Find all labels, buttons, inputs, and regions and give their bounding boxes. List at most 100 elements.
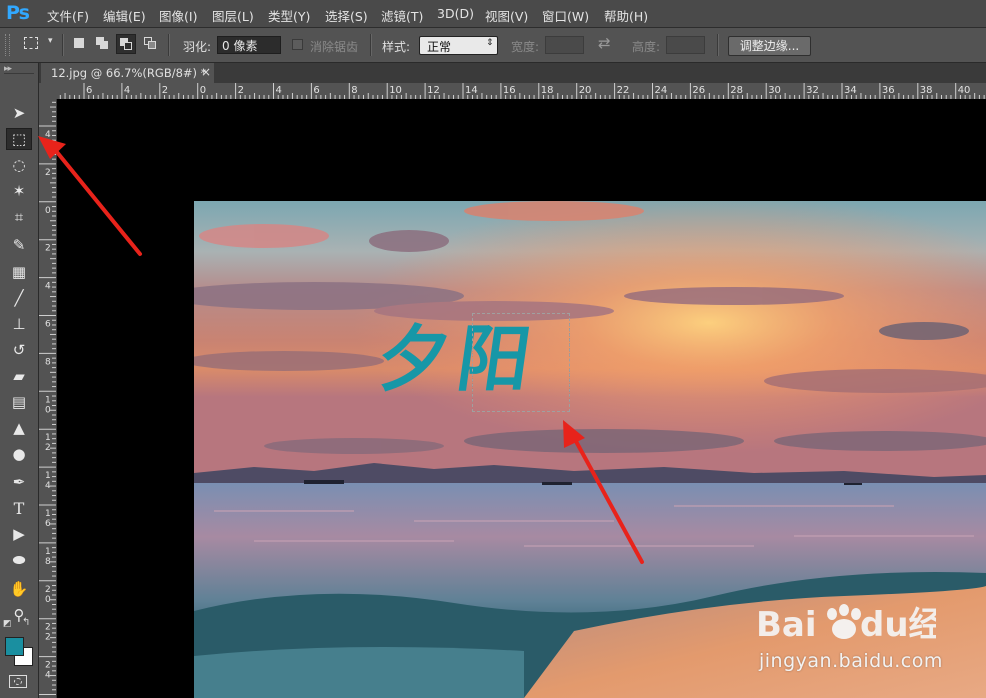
swap-icon[interactable]: ⇄	[598, 34, 611, 52]
vertical-ruler[interactable]: 42024681012141618202224	[39, 99, 57, 698]
ruler-label: 2	[45, 633, 51, 643]
swap-colors-icon[interactable]: ↰	[22, 617, 30, 628]
ruler-label: 20	[579, 85, 592, 96]
ruler-label: 0	[45, 206, 51, 216]
path-selection-tool-icon[interactable]: ▶	[6, 523, 32, 545]
ruler-label: 6	[45, 320, 51, 330]
paw-icon	[827, 604, 861, 639]
menu-image[interactable]: 图像(I)	[159, 6, 197, 25]
new-selection-icon[interactable]	[74, 38, 84, 48]
menu-help[interactable]: 帮助(H)	[604, 6, 648, 25]
ruler-label: 32	[806, 85, 819, 96]
menu-layer[interactable]: 图层(L)	[212, 6, 254, 25]
ruler-label: 0	[45, 595, 51, 605]
move-tool-icon[interactable]: ➤	[6, 102, 32, 124]
magic-wand-tool-icon[interactable]: ✶	[6, 180, 32, 202]
marquee-selection[interactable]	[472, 313, 570, 412]
menu-window[interactable]: 窗口(W)	[542, 6, 589, 25]
ruler-label: 18	[541, 85, 554, 96]
ruler-label: 0	[45, 405, 51, 415]
brush-tool-icon[interactable]: ╱	[6, 287, 32, 309]
refine-edge-button[interactable]: 调整边缘...	[728, 36, 811, 56]
width-input[interactable]	[545, 36, 584, 54]
ruler-label: 2	[45, 443, 51, 453]
document-tab[interactable]: 12.jpg @ 66.7%(RGB/8#) * ×	[41, 63, 214, 83]
watermark-url: jingyan.baidu.com	[759, 650, 943, 672]
subtract-selection-icon[interactable]	[116, 34, 136, 54]
ruler-label: 2	[45, 168, 51, 178]
intersect-selection-icon[interactable]	[144, 37, 156, 49]
ruler-label: 2	[45, 661, 51, 671]
blur-tool-icon[interactable]: ▲	[6, 417, 32, 439]
ruler-label: 16	[503, 85, 516, 96]
feather-label: 羽化:	[183, 40, 212, 54]
ruler-label: 1	[45, 547, 51, 557]
ruler-label: 4	[45, 481, 51, 491]
ruler-label: 1	[45, 395, 51, 405]
ruler-label: 2	[238, 85, 244, 96]
spot-healing-tool-icon[interactable]: ▦	[6, 261, 32, 283]
baidu-logo: Baidu经验	[756, 604, 936, 645]
menu-edit[interactable]: 编辑(E)	[103, 6, 146, 25]
ruler-label: 2	[162, 85, 168, 96]
ruler-label: 22	[617, 85, 630, 96]
menu-type[interactable]: 类型(Y)	[268, 6, 310, 25]
ruler-label: 4	[45, 671, 51, 681]
height-input[interactable]	[666, 36, 705, 54]
ruler-label: 40	[958, 85, 971, 96]
menu-3d[interactable]: 3D(D)	[437, 6, 474, 21]
gradient-tool-icon[interactable]: ▤	[6, 391, 32, 413]
ruler-label: 34	[844, 85, 857, 96]
ruler-label: 4	[276, 85, 282, 96]
ruler-label: 4	[124, 85, 130, 96]
feather-input[interactable]: 0 像素	[217, 36, 281, 54]
ruler-label: 1	[45, 433, 51, 443]
crop-tool-icon[interactable]: ⌗	[6, 206, 32, 228]
menu-select[interactable]: 选择(S)	[325, 6, 368, 25]
ruler-label: 2	[45, 244, 51, 254]
ruler-label: 1	[45, 471, 51, 481]
type-tool-icon[interactable]: T	[6, 497, 32, 519]
ruler-label: 8	[351, 85, 357, 96]
menu-filter[interactable]: 滤镜(T)	[381, 6, 423, 25]
add-to-selection-icon[interactable]	[96, 37, 108, 49]
quick-mask-icon[interactable]	[9, 675, 27, 688]
ruler-label: 2	[45, 623, 51, 633]
lasso-tool-icon[interactable]: ◌	[6, 154, 32, 176]
ruler-label: 2	[45, 585, 51, 595]
default-colors-icon[interactable]: ◩	[3, 619, 12, 629]
hand-tool-icon[interactable]: ✋	[6, 578, 32, 600]
eraser-tool-icon[interactable]: ▰	[6, 365, 32, 387]
ruler-label: 26	[692, 85, 705, 96]
ruler-label: 6	[313, 85, 319, 96]
divider	[4, 73, 34, 74]
history-brush-tool-icon[interactable]: ↺	[6, 339, 32, 361]
ellipse-tool-icon[interactable]: ⬬	[6, 549, 32, 571]
options-grip[interactable]	[5, 34, 10, 56]
clone-stamp-tool-icon[interactable]: ⊥	[6, 313, 32, 335]
close-icon[interactable]: ×	[201, 65, 211, 79]
rectangular-marquee-tool-icon[interactable]: ⬚	[6, 128, 32, 150]
options-bar: ▾ 羽化: 0 像素 消除锯齿 样式: 正常 ⇕ 宽度: ⇄ 高度: 调整边缘.…	[0, 28, 986, 63]
antialias-checkbox[interactable]	[292, 39, 303, 50]
chevron-down-icon[interactable]: ▾	[48, 36, 53, 46]
eyedropper-tool-icon[interactable]: ✎	[6, 234, 32, 256]
ruler-label: 8	[45, 357, 51, 367]
menu-view[interactable]: 视图(V)	[485, 6, 528, 25]
ruler-label: 36	[882, 85, 895, 96]
menu-file[interactable]: 文件(F)	[47, 6, 89, 25]
pen-tool-icon[interactable]: ✒	[6, 471, 32, 493]
document-tab-title: 12.jpg @ 66.7%(RGB/8#) *	[51, 66, 207, 80]
tool-preset-icon[interactable]	[24, 37, 38, 49]
ruler-label: 10	[389, 85, 402, 96]
style-select[interactable]: 正常 ⇕	[419, 36, 498, 55]
ruler-label: 0	[200, 85, 206, 96]
horizontal-ruler[interactable]: 6 4 2 0 2 4 6 8 10 12 14 16 18 20 22 24 26 28 30 32 34 36 38 40	[39, 83, 986, 100]
foreground-color-swatch[interactable]	[5, 637, 24, 656]
ruler-label: 38	[920, 85, 933, 96]
width-label: 宽度:	[511, 40, 540, 54]
ruler-label: 14	[465, 85, 478, 96]
updown-icon: ⇕	[486, 38, 494, 48]
style-select-value: 正常	[427, 40, 452, 54]
dodge-tool-icon[interactable]: ●	[6, 443, 32, 465]
